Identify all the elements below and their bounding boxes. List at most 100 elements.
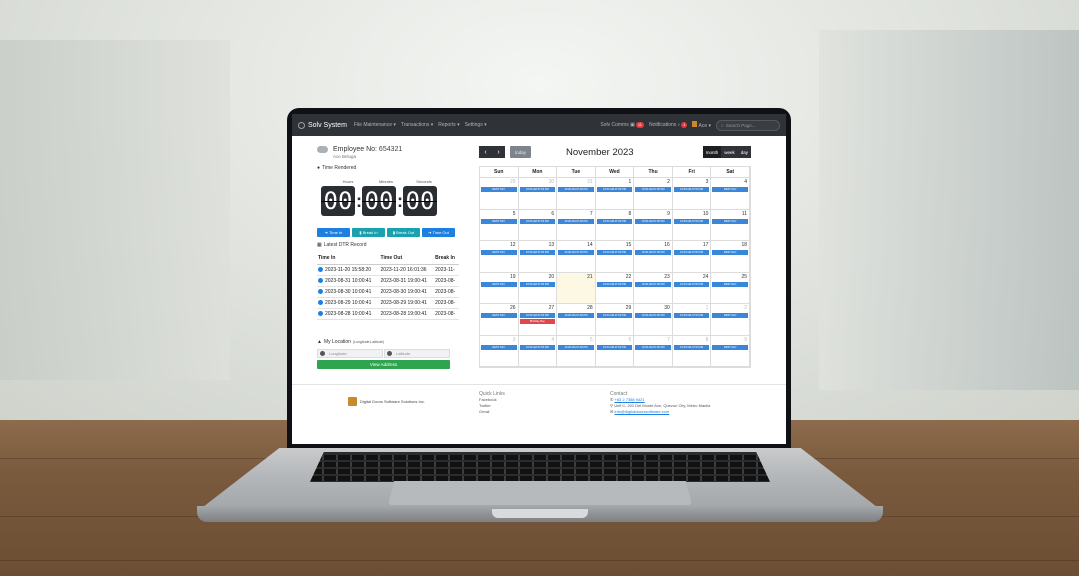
calendar-day[interactable]: 1 10:00 AM-07:00 PM — [673, 304, 712, 335]
menu-transactions[interactable]: Transactions ▾ — [401, 122, 433, 128]
calendar-day[interactable]: 8 10:00 AM-07:00 PM — [673, 335, 712, 366]
search-input[interactable]: ○ Search Page... — [716, 119, 780, 131]
calendar-event[interactable]: 10:00 AM-07:00 PM — [635, 250, 671, 255]
latitude-field[interactable]: Latitude — [384, 349, 450, 358]
calendar-day[interactable]: 11 REST DAY — [711, 209, 750, 240]
calendar-day-today[interactable]: 21 — [557, 272, 596, 303]
calendar-day[interactable]: 10 10:00 AM-07:00 PM — [673, 209, 712, 240]
menu-settings[interactable]: Settings ▾ — [465, 122, 487, 128]
calendar-event[interactable]: REST DAY — [712, 250, 748, 255]
calendar-day[interactable]: 9 10:00 AM-07:00 PM — [634, 209, 673, 240]
calendar-event[interactable]: 10:00 AM-07:00 PM — [596, 187, 633, 192]
column-break-in[interactable]: Break In — [434, 252, 459, 265]
calendar-event[interactable]: REST DAY — [481, 313, 517, 318]
calendar-day[interactable]: 3 10:00 AM-07:00 PM — [673, 178, 712, 209]
calendar-day[interactable]: 4 10:00 AM-07:00 PM — [519, 335, 558, 366]
view-month-button[interactable]: month — [702, 146, 722, 158]
time-out-button[interactable]: ➜ Time Out — [422, 228, 455, 237]
calendar-event[interactable]: 10:00 AM-07:00 PM — [673, 187, 710, 192]
calendar-event[interactable]: REST DAY — [481, 187, 517, 192]
calendar-day[interactable]: 2 REST DAY — [711, 304, 750, 335]
calendar-day[interactable]: 23 10:00 AM-07:00 PM — [634, 272, 673, 303]
calendar-event[interactable]: 10:00 AM-07:00 PM — [635, 187, 671, 192]
link-gmail[interactable]: Gmail — [479, 409, 505, 415]
calendar-event[interactable]: 10:00 AM-07:00 PM — [635, 281, 671, 287]
calendar-event[interactable]: REST DAY — [712, 313, 748, 318]
calendar-event[interactable]: REST DAY — [712, 344, 748, 350]
calendar-day[interactable]: 5 10:00 AM-07:00 PM — [557, 335, 596, 366]
calendar-event[interactable]: 10:00 AM-07:00 PM — [558, 218, 594, 224]
expand-icon[interactable] — [318, 278, 323, 284]
break-out-button[interactable]: ▮ Break Out — [387, 228, 420, 237]
calendar-event[interactable]: 10:00 AM-07:00 PM — [596, 344, 633, 350]
calendar-event[interactable]: REST DAY — [712, 187, 748, 192]
solv-comms-link[interactable]: Solv Comms ▣ 11 — [600, 122, 644, 128]
calendar-day[interactable]: 29 REST DAY — [480, 178, 519, 209]
calendar-day[interactable]: 1 10:00 AM-07:00 PM — [596, 178, 635, 209]
calendar-day[interactable]: 12 REST DAY — [480, 241, 519, 272]
table-row[interactable]: 2023-08-31 10:00:41 2023-08-31 19:00:41 20… — [317, 275, 459, 287]
expand-icon[interactable] — [318, 289, 323, 295]
expand-icon[interactable] — [318, 300, 323, 306]
calendar-day[interactable]: 28 10:00 AM-07:00 PM — [557, 304, 596, 335]
calendar-event[interactable]: REST DAY — [481, 250, 517, 255]
calendar-event[interactable]: 10:00 AM-07:00 PM — [596, 313, 633, 318]
notifications-link[interactable]: Notifications ♪ 1 — [649, 122, 688, 128]
calendar-event[interactable]: 10:00 AM-07:00 PM — [519, 250, 556, 255]
brand[interactable]: Solv System — [298, 121, 347, 129]
calendar-event[interactable]: 10:00 AM-07:00 PM — [558, 313, 594, 318]
calendar-event[interactable]: 10:00 AM-07:00 PM — [519, 344, 556, 350]
calendar-day[interactable]: 24 10:00 AM-07:00 PM — [673, 272, 712, 303]
calendar-day[interactable]: 6 10:00 AM-07:00 PM — [596, 335, 635, 366]
calendar-day[interactable]: 22 10:00 AM-07:00 PM — [596, 272, 635, 303]
view-address-button[interactable]: View Address — [317, 360, 450, 369]
longitude-field[interactable]: Longitude — [317, 349, 383, 358]
calendar-day[interactable]: 13 10:00 AM-07:00 PM — [519, 241, 558, 272]
calendar-day[interactable]: 2 10:00 AM-07:00 PM — [634, 178, 673, 209]
calendar-day[interactable]: 30 10:00 AM-07:00 PM — [519, 178, 558, 209]
calendar-event[interactable]: REST DAY — [712, 281, 748, 287]
calendar-event[interactable]: REST DAY — [481, 218, 517, 224]
calendar-day[interactable]: 15 10:00 AM-07:00 PM — [596, 241, 635, 272]
calendar-day[interactable]: 5 REST DAY — [480, 209, 519, 240]
expand-icon[interactable] — [318, 311, 323, 317]
calendar-event[interactable]: 10:00 AM-07:00 PM — [519, 281, 556, 287]
user-menu[interactable]: Ace ▾ — [692, 121, 711, 129]
menu-reports[interactable]: Reports ▾ — [438, 122, 459, 128]
calendar-event[interactable]: 10:00 AM-07:00 PM — [673, 313, 710, 318]
view-week-button[interactable]: week — [721, 146, 738, 158]
calendar-day[interactable]: 27 10:00 AM-07:00 PM Birthday Day — [519, 304, 558, 335]
time-in-button[interactable]: ➜ Time In — [317, 228, 350, 237]
calendar-day[interactable]: 17 10:00 AM-07:00 PM — [673, 241, 712, 272]
calendar-event[interactable]: 10:00 AM-07:00 PM — [596, 250, 633, 255]
view-day-button[interactable]: day — [737, 146, 751, 158]
calendar-day[interactable]: 8 10:00 AM-07:00 PM — [596, 209, 635, 240]
calendar-event[interactable]: 10:00 AM-07:00 PM — [635, 218, 671, 224]
calendar-day[interactable]: 31 10:00 AM-07:00 PM — [557, 178, 596, 209]
calendar-event-birthday[interactable]: Birthday Day — [519, 319, 556, 324]
email-link[interactable]: info@digitaldoorssoftware.com — [614, 409, 669, 414]
calendar-event[interactable]: 10:00 AM-07:00 PM — [558, 187, 594, 192]
calendar-day[interactable]: 30 10:00 AM-07:00 PM — [634, 304, 673, 335]
calendar-day[interactable]: 14 10:00 AM-07:00 PM — [557, 241, 596, 272]
calendar-event[interactable]: REST DAY — [481, 344, 517, 350]
calendar-event[interactable]: 10:00 AM-07:00 PM — [596, 281, 633, 287]
expand-icon[interactable] — [318, 267, 323, 273]
calendar-day[interactable]: 18 REST DAY — [711, 241, 750, 272]
column-time-out[interactable]: Time Out — [379, 252, 435, 265]
table-row[interactable]: 2023-08-28 10:00:41 2023-08-28 19:00:41 20… — [317, 308, 459, 320]
calendar-event[interactable]: REST DAY — [712, 218, 748, 224]
calendar-event[interactable]: 10:00 AM-07:00 PM — [673, 281, 710, 287]
calendar-day[interactable]: 7 10:00 AM-07:00 PM — [634, 335, 673, 366]
calendar-event[interactable]: 10:00 AM-07:00 PM — [635, 344, 671, 350]
calendar-event[interactable]: 10:00 AM-07:00 PM — [519, 187, 556, 192]
calendar-event[interactable]: 10:00 AM-07:00 PM — [673, 218, 710, 224]
calendar-event[interactable]: 10:00 AM-07:00 PM — [519, 218, 556, 224]
calendar-day[interactable]: 4 REST DAY — [711, 178, 750, 209]
column-time-in[interactable]: Time In — [317, 252, 380, 265]
calendar-day[interactable]: 29 10:00 AM-07:00 PM — [596, 304, 635, 335]
calendar-day[interactable]: 20 10:00 AM-07:00 PM — [519, 272, 558, 303]
employee-toggle[interactable] — [317, 146, 328, 153]
calendar-event[interactable]: 10:00 AM-07:00 PM — [519, 313, 556, 318]
table-row[interactable]: 2023-08-29 10:00:41 2023-08-29 19:00:41 20… — [317, 297, 459, 309]
